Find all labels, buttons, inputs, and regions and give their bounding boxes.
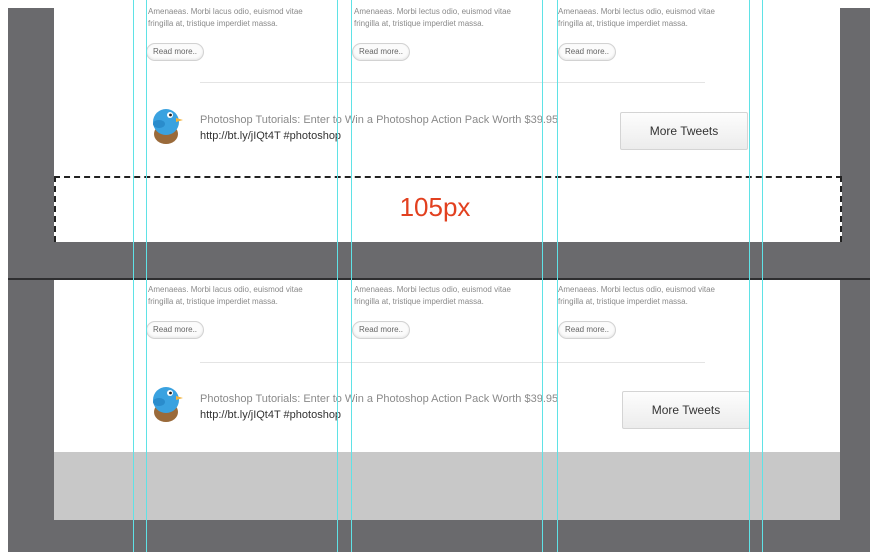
tweet-text: Photoshop Tutorials: Enter to Win a Phot… — [200, 114, 559, 126]
guide-line[interactable] — [557, 0, 558, 552]
read-more-button[interactable]: Read more.. — [558, 43, 617, 61]
gray-band — [8, 242, 870, 278]
bottom-band — [8, 520, 870, 552]
guide-line[interactable] — [762, 0, 763, 552]
column-text: Amenaeas. Morbi lacus odio, euismod vita… — [148, 285, 303, 294]
separator — [200, 82, 705, 83]
guide-line[interactable] — [133, 0, 134, 552]
tweet-link[interactable]: http://bt.ly/jIQt4T #photoshop — [200, 130, 341, 142]
guide-line[interactable] — [351, 0, 352, 552]
read-more-button[interactable]: Read more.. — [146, 321, 205, 339]
read-more-button[interactable]: Read more.. — [352, 321, 411, 339]
column-text: fringilla at, tristique imperdiet massa. — [148, 19, 278, 28]
twitter-bird-icon — [148, 382, 184, 422]
more-tweets-button[interactable]: More Tweets — [620, 112, 748, 150]
column-text: fringilla at, tristique imperdiet massa. — [148, 297, 278, 306]
read-more-button[interactable]: Read more.. — [352, 43, 411, 61]
frame-left — [8, 8, 54, 552]
read-more-button[interactable]: Read more.. — [558, 321, 617, 339]
twitter-bird-icon — [148, 104, 184, 144]
column-text: fringilla at, tristique imperdiet massa. — [558, 297, 688, 306]
tweet-link[interactable]: http://bt.ly/jIQt4T #photoshop — [200, 409, 341, 421]
column-text: fringilla at, tristique imperdiet massa. — [354, 19, 484, 28]
column-text: Amenaeas. Morbi lectus odio, euismod vit… — [354, 7, 511, 16]
column-text: Amenaeas. Morbi lacus odio, euismod vita… — [148, 7, 303, 16]
measurement-label: 105px — [399, 192, 471, 222]
tweet-text: Photoshop Tutorials: Enter to Win a Phot… — [200, 393, 559, 405]
column-text: fringilla at, tristique imperdiet massa. — [558, 19, 688, 28]
column-text: Amenaeas. Morbi lectus odio, euismod vit… — [558, 7, 715, 16]
more-tweets-button[interactable]: More Tweets — [622, 391, 750, 429]
guide-line[interactable] — [146, 0, 147, 552]
column-text: Amenaeas. Morbi lectus odio, euismod vit… — [558, 285, 715, 294]
column-text: Amenaeas. Morbi lectus odio, euismod vit… — [354, 285, 511, 294]
footer-gray-area — [54, 452, 840, 520]
read-more-button[interactable]: Read more.. — [146, 43, 205, 61]
separator — [200, 362, 705, 363]
frame-right — [840, 8, 870, 552]
guide-line[interactable] — [749, 0, 750, 552]
guide-line[interactable] — [337, 0, 338, 552]
column-text: fringilla at, tristique imperdiet massa. — [354, 297, 484, 306]
guide-line[interactable] — [542, 0, 543, 552]
